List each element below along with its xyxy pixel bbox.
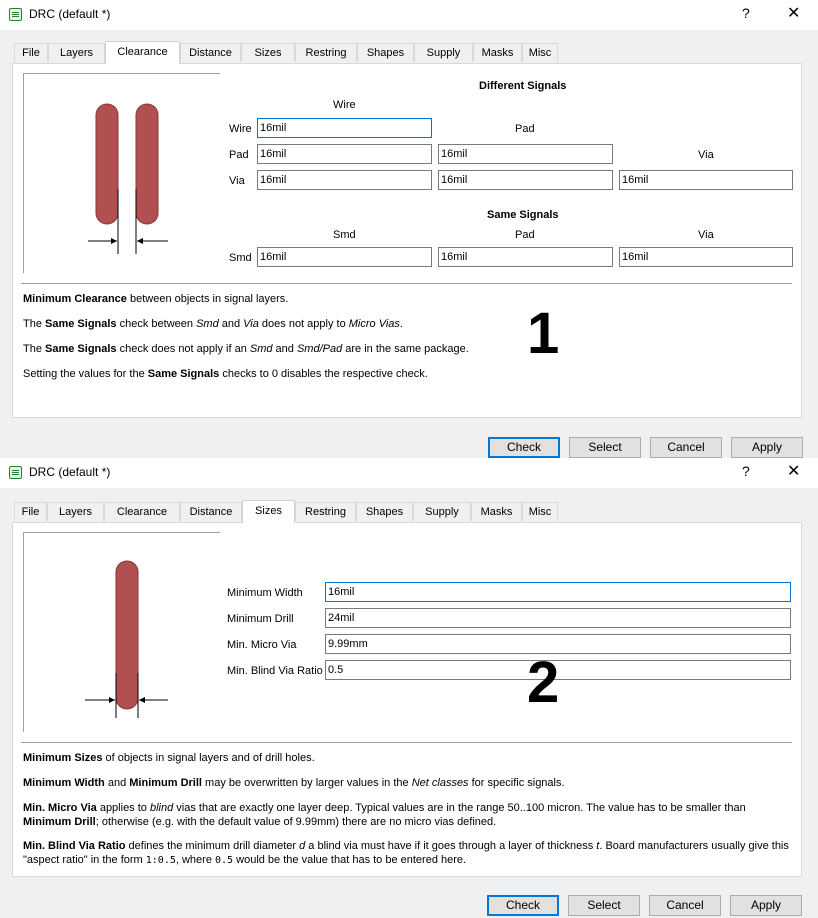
- tab-restring[interactable]: Restring: [295, 502, 356, 521]
- smd-pad-input[interactable]: 16mil: [438, 247, 613, 267]
- sizes-illustration: [85, 560, 168, 718]
- help-paragraph-3: Min. Micro Via applies to blind vias tha…: [23, 802, 746, 828]
- tab-layers[interactable]: Layers: [47, 502, 104, 521]
- col-smd-label: Smd: [333, 229, 356, 241]
- clearance-panel: Different Signals Wire Wire 16mil Pad Pa…: [12, 63, 802, 418]
- row-via-label: Via: [229, 175, 245, 187]
- title-bar: DRC (default *) ? ✕: [0, 458, 818, 488]
- annotation-number: 1: [527, 301, 560, 366]
- different-signals-header: Different Signals: [479, 80, 567, 92]
- sizes-panel: Minimum Width 16mil Minimum Drill 24mil …: [12, 522, 802, 877]
- col-pad-label-same: Pad: [515, 229, 535, 241]
- tab-restring[interactable]: Restring: [295, 43, 357, 62]
- row-pad-label: Pad: [229, 149, 249, 161]
- col-via-label: Via: [698, 149, 714, 161]
- check-button[interactable]: Check: [487, 895, 559, 916]
- help-line-1: Minimum Sizes of objects in signal layer…: [23, 752, 315, 764]
- wire-wire-input[interactable]: 16mil: [257, 118, 432, 138]
- tab-clearance[interactable]: Clearance: [105, 41, 180, 64]
- apply-button[interactable]: Apply: [731, 437, 803, 458]
- tab-clearance[interactable]: Clearance: [104, 502, 180, 521]
- annotation-number: 2: [527, 650, 560, 715]
- window-title: DRC (default *): [29, 465, 111, 479]
- min-width-label: Minimum Width: [227, 587, 303, 599]
- tab-sizes[interactable]: Sizes: [242, 500, 295, 523]
- col-wire-label: Wire: [333, 99, 356, 111]
- via-wire-input[interactable]: 16mil: [257, 170, 432, 190]
- smd-smd-input[interactable]: 16mil: [257, 247, 432, 267]
- clearance-illustration: [88, 103, 168, 254]
- window-title: DRC (default *): [29, 7, 111, 21]
- select-button[interactable]: Select: [569, 437, 641, 458]
- tab-file[interactable]: File: [14, 502, 47, 521]
- tab-sizes[interactable]: Sizes: [241, 43, 295, 62]
- close-icon[interactable]: ✕: [787, 3, 800, 23]
- trace-right-icon: [135, 103, 159, 225]
- trace-icon: [115, 560, 139, 710]
- tab-misc[interactable]: Misc: [522, 43, 558, 62]
- min-width-input[interactable]: 16mil: [325, 582, 791, 602]
- help-paragraph-4: Min. Blind Via Ratio defines the minimum…: [23, 840, 789, 866]
- title-bar: DRC (default *) ? ✕: [0, 0, 818, 30]
- tab-masks[interactable]: Masks: [473, 43, 522, 62]
- help-line-2: Minimum Width and Minimum Drill may be o…: [23, 777, 565, 789]
- tab-misc[interactable]: Misc: [522, 502, 558, 521]
- tab-shapes[interactable]: Shapes: [357, 43, 414, 62]
- same-signals-header: Same Signals: [487, 209, 559, 221]
- pad-pad-input[interactable]: 16mil: [438, 144, 613, 164]
- col-via-label-same: Via: [698, 229, 714, 241]
- tab-layers[interactable]: Layers: [48, 43, 105, 62]
- tab-distance[interactable]: Distance: [180, 502, 242, 521]
- help-line-1: Minimum Clearance between objects in sig…: [23, 293, 289, 305]
- cancel-button[interactable]: Cancel: [649, 895, 721, 916]
- min-drill-label: Minimum Drill: [227, 613, 294, 625]
- via-pad-input[interactable]: 16mil: [438, 170, 613, 190]
- help-line-4: Setting the values for the Same Signals …: [23, 368, 428, 380]
- illustration-frame-left: [23, 532, 24, 732]
- tab-shapes[interactable]: Shapes: [356, 502, 413, 521]
- via-via-input[interactable]: 16mil: [619, 170, 793, 190]
- min-blind-via-ratio-label: Min. Blind Via Ratio: [227, 665, 323, 677]
- apply-button[interactable]: Apply: [730, 895, 802, 916]
- tab-masks[interactable]: Masks: [471, 502, 522, 521]
- min-drill-input[interactable]: 24mil: [325, 608, 791, 628]
- illustration-frame-left: [23, 73, 24, 273]
- tab-supply[interactable]: Supply: [413, 502, 471, 521]
- help-icon[interactable]: ?: [742, 463, 750, 479]
- tab-supply[interactable]: Supply: [414, 43, 473, 62]
- drc-dialog-sizes: DRC (default *) ? ✕ File Layers Clearanc…: [0, 458, 818, 918]
- help-line-2: The Same Signals check between Smd and V…: [23, 318, 403, 330]
- row-smd-label: Smd: [229, 252, 252, 264]
- col-pad-label: Pad: [515, 123, 535, 135]
- smd-via-input[interactable]: 16mil: [619, 247, 793, 267]
- help-line-3: The Same Signals check does not apply if…: [23, 343, 469, 355]
- tab-distance[interactable]: Distance: [180, 43, 241, 62]
- separator: [21, 283, 792, 284]
- trace-left-icon: [95, 103, 119, 225]
- min-micro-via-label: Min. Micro Via: [227, 639, 297, 651]
- help-icon[interactable]: ?: [742, 5, 750, 21]
- row-wire-label: Wire: [229, 123, 252, 135]
- pad-wire-input[interactable]: 16mil: [257, 144, 432, 164]
- illustration-frame-top: [23, 73, 220, 74]
- cancel-button[interactable]: Cancel: [650, 437, 722, 458]
- illustration-frame-top: [23, 532, 220, 533]
- close-icon[interactable]: ✕: [787, 461, 800, 481]
- select-button[interactable]: Select: [568, 895, 640, 916]
- separator: [21, 742, 792, 743]
- eagle-app-icon: [9, 8, 22, 21]
- drc-dialog-clearance: DRC (default *) ? ✕ File Layers Clearanc…: [0, 0, 818, 460]
- tab-file[interactable]: File: [14, 43, 48, 62]
- check-button[interactable]: Check: [488, 437, 560, 458]
- eagle-app-icon: [9, 466, 22, 479]
